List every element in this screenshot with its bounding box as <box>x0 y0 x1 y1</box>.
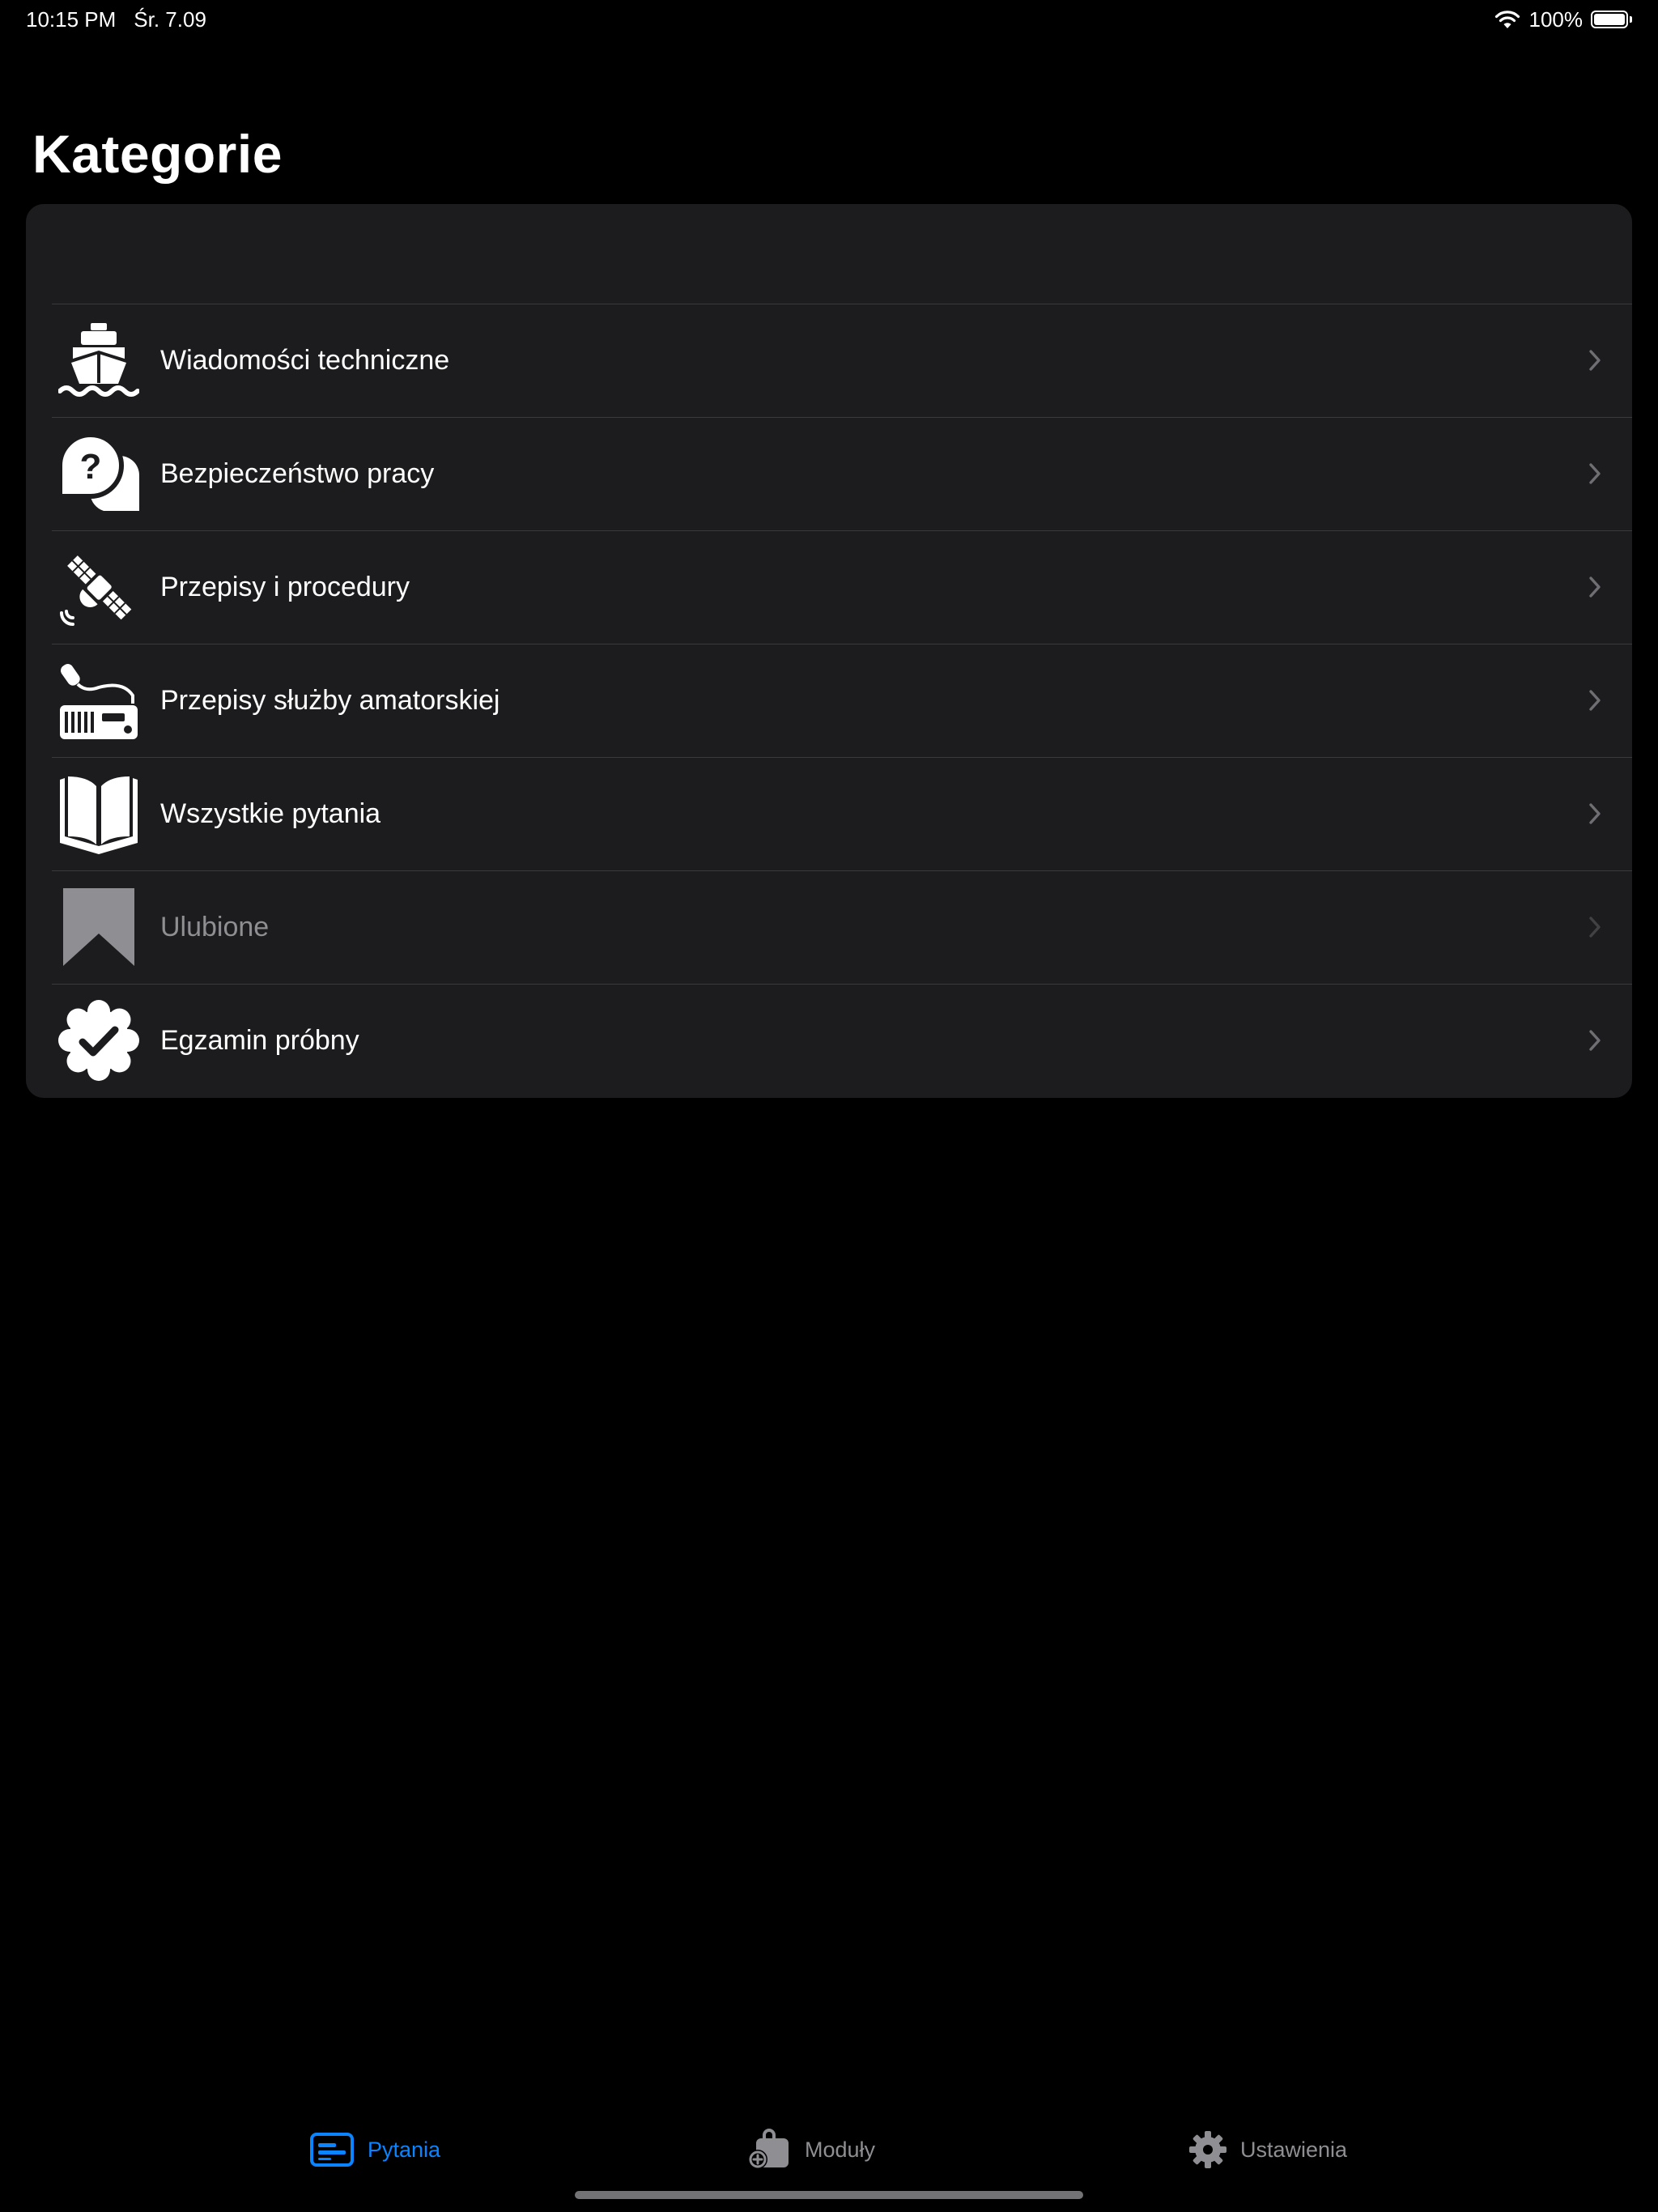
category-label: Ulubione <box>160 911 270 942</box>
tab-label: Pytania <box>368 2137 441 2162</box>
category-label: Egzamin próbny <box>160 1024 359 1056</box>
status-date: Śr. 7.09 <box>134 6 206 32</box>
battery-fill <box>1594 14 1625 25</box>
tab-label: Moduły <box>805 2137 876 2162</box>
category-list: Wiadomości techniczne ? Bezpieczeństwo p… <box>26 204 1632 1098</box>
status-right: 100% <box>1494 6 1632 32</box>
questions-card-icon <box>309 2132 355 2167</box>
screen: 10:15 PM Śr. 7.09 100% Kategorie Wiadomo… <box>0 0 1658 2212</box>
chevron-right-icon <box>1587 1028 1603 1053</box>
radio-transceiver-icon <box>58 660 139 741</box>
page-title: Kategorie <box>32 124 283 184</box>
category-label: Bezpieczeństwo pracy <box>160 457 435 489</box>
satellite-icon <box>58 547 139 627</box>
tab-moduly[interactable]: Moduły <box>746 2121 875 2178</box>
chevron-right-icon <box>1587 802 1603 826</box>
chevron-right-icon <box>1587 348 1603 372</box>
battery-percent: 100% <box>1528 6 1584 32</box>
status-left: 10:15 PM Śr. 7.09 <box>26 7 206 32</box>
home-indicator[interactable] <box>575 2191 1083 2199</box>
category-label: Przepisy i procedury <box>160 571 410 602</box>
tab-bar: Pytania Moduły Ustawienia <box>0 2121 1658 2178</box>
status-time: 10:15 PM <box>26 6 117 32</box>
status-bar: 10:15 PM Śr. 7.09 100% <box>0 0 1658 39</box>
chevron-right-icon <box>1587 462 1603 486</box>
chevron-right-icon <box>1587 688 1603 713</box>
category-row-wszystkie-pytania[interactable]: Wszystkie pytania <box>26 757 1632 870</box>
checkmark-seal-icon <box>58 1000 139 1081</box>
category-label: Wiadomości techniczne <box>160 344 450 376</box>
tab-ustawienia[interactable]: Ustawienia <box>1188 2121 1347 2178</box>
chevron-right-icon <box>1587 915 1603 939</box>
battery-tip <box>1630 16 1632 23</box>
tab-label: Ustawienia <box>1240 2137 1348 2162</box>
category-row-bezpieczenstwo-pracy[interactable]: ? Bezpieczeństwo pracy <box>26 417 1632 530</box>
ship-icon <box>58 320 139 401</box>
book-icon <box>58 773 139 854</box>
wifi-icon <box>1494 9 1521 30</box>
svg-text:?: ? <box>80 447 102 487</box>
tab-pytania[interactable]: Pytania <box>309 2121 440 2178</box>
category-row-przepisy-sluzby-amatorskiej[interactable]: Przepisy służby amatorskiej <box>26 644 1632 757</box>
category-label: Przepisy służby amatorskiej <box>160 684 500 716</box>
battery-icon <box>1591 11 1632 28</box>
chevron-right-icon <box>1587 575 1603 599</box>
question-bubble-icon: ? <box>58 433 139 514</box>
bag-plus-icon <box>746 2129 792 2171</box>
category-label: Wszystkie pytania <box>160 798 381 829</box>
bookmark-icon <box>58 887 139 968</box>
gear-icon <box>1188 2130 1227 2169</box>
category-row-ulubione[interactable]: Ulubione <box>26 870 1632 984</box>
category-row-egzamin-probny[interactable]: Egzamin próbny <box>26 984 1632 1097</box>
battery-body <box>1591 11 1628 28</box>
category-row-przepisy-i-procedury[interactable]: Przepisy i procedury <box>26 530 1632 644</box>
category-row-wiadomosci-techniczne[interactable]: Wiadomości techniczne <box>26 304 1632 417</box>
list-header-space <box>26 204 1632 304</box>
